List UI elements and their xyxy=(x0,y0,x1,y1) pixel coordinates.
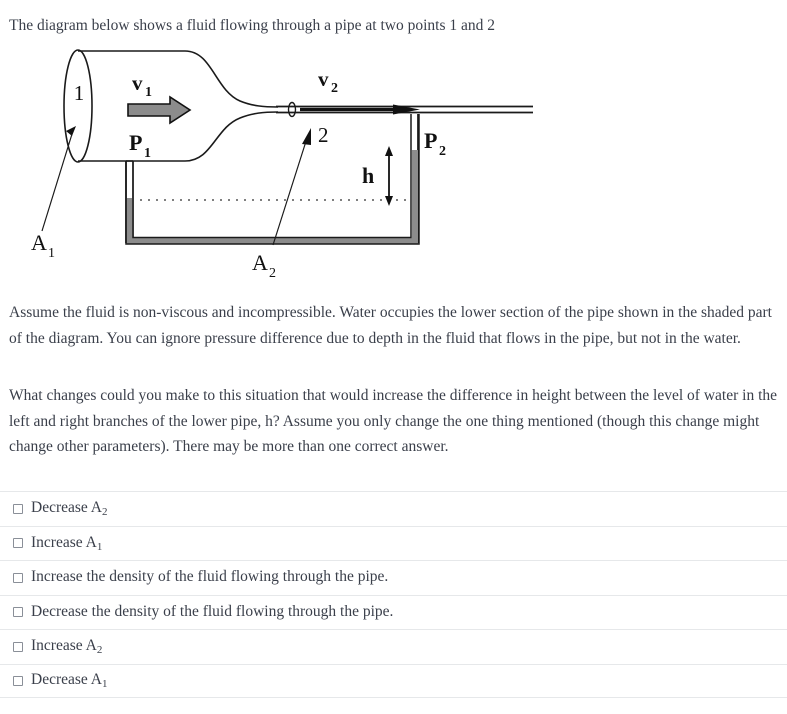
label-point-1: 1 xyxy=(74,81,85,105)
option-checkbox[interactable] xyxy=(13,572,23,583)
question-prompt: The diagram below shows a fluid flowing … xyxy=(9,17,496,34)
label-v1-sub: 1 xyxy=(145,85,152,100)
option-checkbox[interactable] xyxy=(13,503,23,514)
label-v1: v xyxy=(132,71,143,95)
question-paragraph: What changes could you make to this situ… xyxy=(9,387,777,455)
option-label: Decrease A2 xyxy=(31,499,108,519)
label-v2-sub: 2 xyxy=(331,81,338,96)
option-row[interactable]: Decrease A1 xyxy=(0,663,787,698)
lower-channel-walls xyxy=(125,114,420,245)
option-row[interactable]: Increase A1 xyxy=(0,525,787,561)
option-label: Increase A1 xyxy=(31,533,103,553)
option-row[interactable]: Decrease the density of the fluid flowin… xyxy=(0,594,787,630)
option-row[interactable]: Increase the density of the fluid flowin… xyxy=(0,560,787,595)
option-label: Increase A2 xyxy=(31,637,103,657)
label-point-2: 2 xyxy=(318,123,329,147)
option-checkbox[interactable] xyxy=(13,675,23,686)
label-v2: v xyxy=(318,67,329,91)
cross-section-ellipse-2 xyxy=(287,101,297,118)
pipe-diagram-figure: 1 v 1 P 1 v 2 2 P 2 h A 1 A 2 xyxy=(0,38,600,288)
option-row[interactable]: Increase A2 xyxy=(0,629,787,664)
a2-leader-line xyxy=(272,128,311,246)
label-p1-sub: 1 xyxy=(144,146,151,161)
h-measure-arrow xyxy=(385,146,393,206)
v1-flow-arrow xyxy=(127,95,192,125)
a1-leader-line xyxy=(41,133,73,232)
water-shading xyxy=(127,150,418,244)
option-checkbox[interactable] xyxy=(13,538,23,549)
assumption-paragraph: Assume the fluid is non-viscous and inco… xyxy=(9,304,772,347)
option-label: Decrease A1 xyxy=(31,671,108,691)
label-p2: P xyxy=(424,128,437,153)
label-h: h xyxy=(362,163,374,188)
option-label: Decrease the density of the fluid flowin… xyxy=(31,602,394,620)
label-a1: A xyxy=(31,230,47,255)
label-a2: A xyxy=(252,250,268,275)
a1-arrowhead xyxy=(66,126,76,136)
option-row[interactable]: Decrease A2 xyxy=(0,491,787,526)
label-a1-sub: 1 xyxy=(48,246,55,261)
label-p2-sub: 2 xyxy=(439,144,446,159)
question-page: The diagram below shows a fluid flowing … xyxy=(0,0,787,714)
label-p1: P xyxy=(129,130,142,155)
option-label: Increase the density of the fluid flowin… xyxy=(31,568,389,586)
answer-options-list: Decrease A2 Increase A1 Increase the den… xyxy=(0,491,787,698)
option-checkbox[interactable] xyxy=(13,607,23,618)
label-a2-sub: 2 xyxy=(269,266,276,281)
option-checkbox[interactable] xyxy=(13,641,23,652)
